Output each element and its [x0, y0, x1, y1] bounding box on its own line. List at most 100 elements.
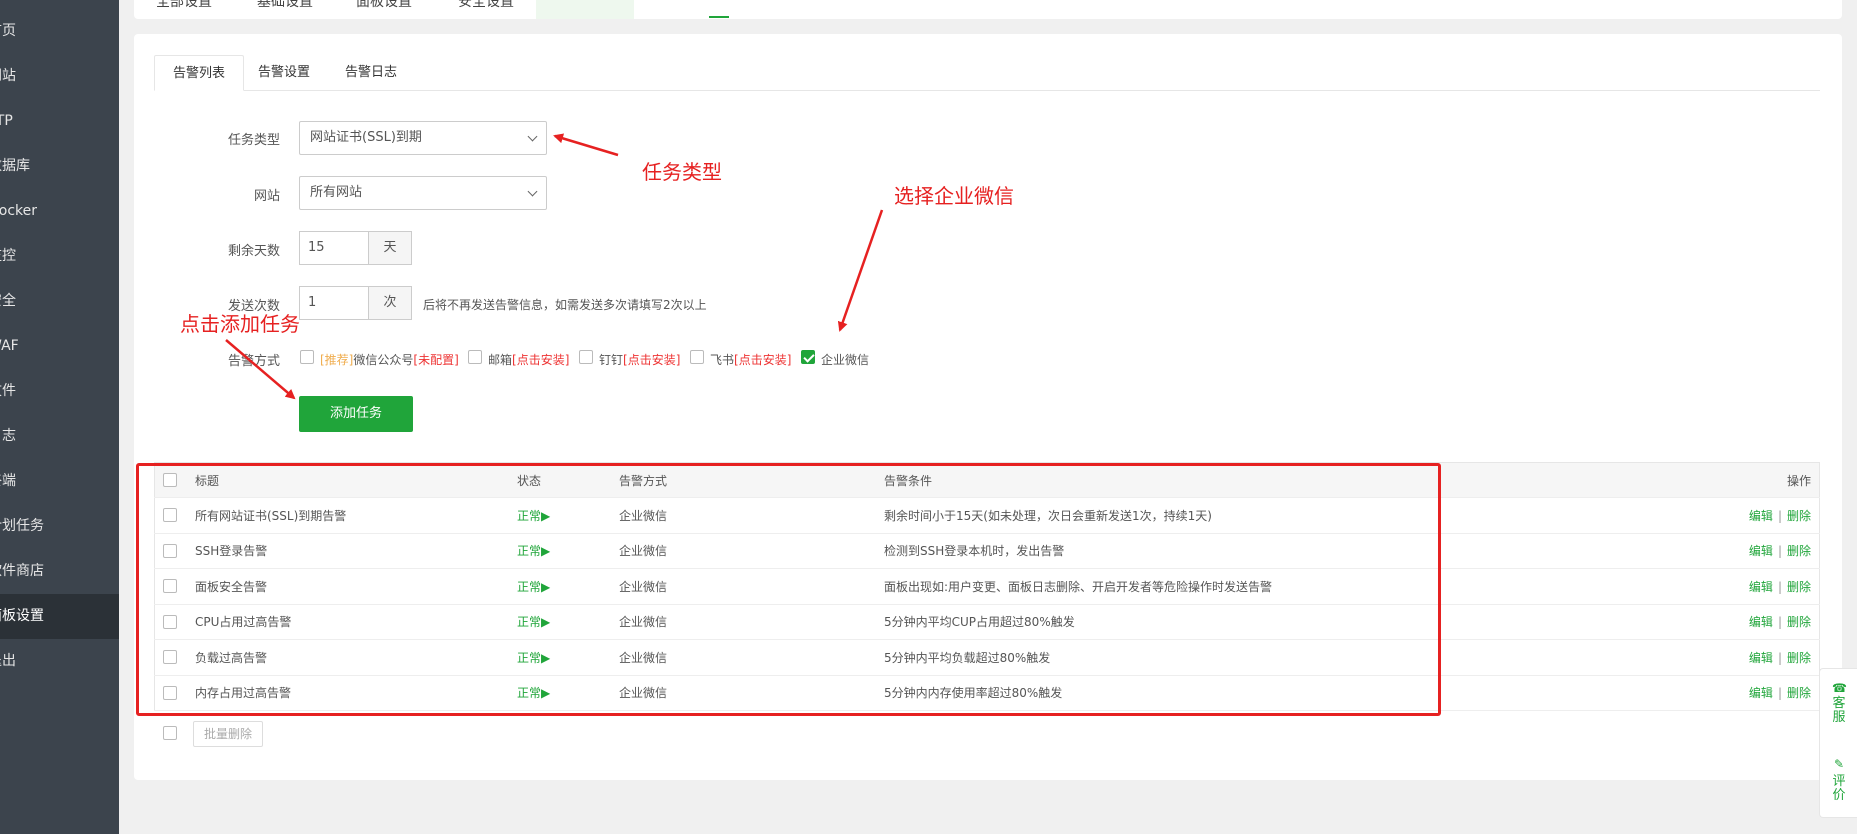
batch-select-checkbox[interactable]	[163, 726, 177, 740]
row-method: 企业微信	[619, 533, 884, 569]
active-tab-indicator	[709, 16, 729, 18]
delete-link[interactable]: 删除	[1787, 615, 1811, 629]
sidebar-item-waf[interactable]: WAF	[0, 324, 119, 369]
row-ops: 编辑 | 删除	[1691, 639, 1820, 676]
top-tab-basic[interactable]: 基础设置	[257, 0, 313, 11]
dingding-install-link[interactable]: [点击安装]	[623, 353, 680, 367]
col-method: 告警方式	[619, 462, 884, 498]
row-condition: 面板出现如:用户变更、面板日志删除、开启开发者等危险操作时发送告警	[884, 568, 1691, 605]
row-checkbox[interactable]	[163, 685, 177, 700]
days-unit: 天	[369, 231, 412, 265]
row-status[interactable]: 正常▶	[517, 497, 619, 534]
row-title: 所有网站证书(SSL)到期告警	[195, 497, 517, 534]
sidebar-item-home[interactable]: 首页	[0, 9, 119, 54]
row-status[interactable]: 正常▶	[517, 604, 619, 640]
sidebar-item-files[interactable]: 文件	[0, 369, 119, 414]
service-label[interactable]: 客服	[1829, 697, 1849, 725]
task-type-label: 任务类型	[227, 133, 280, 148]
select-all-cell	[154, 462, 195, 498]
sidebar-item-logout[interactable]: 退出	[0, 639, 119, 684]
delete-link[interactable]: 删除	[1787, 509, 1811, 523]
row-checkbox[interactable]	[163, 579, 177, 593]
days-input[interactable]: 15	[299, 231, 369, 265]
ops-separator: |	[1777, 686, 1782, 701]
edit-link[interactable]: 编辑	[1749, 580, 1773, 594]
tab-alert-logs[interactable]: 告警日志	[327, 55, 415, 90]
sidebar-item-cron[interactable]: 计划任务	[0, 504, 119, 549]
edit-link[interactable]: 编辑	[1749, 686, 1773, 700]
task-type-select[interactable]: 网站证书(SSL)到期	[299, 121, 547, 155]
edit-link[interactable]: 编辑	[1749, 509, 1773, 523]
ops-separator: |	[1777, 579, 1782, 594]
sidebar-item-panel-settings[interactable]: 面板设置	[0, 594, 119, 639]
row-checkbox[interactable]	[163, 614, 177, 629]
sidebar-item-logs[interactable]: 日志	[0, 414, 119, 459]
tab-alert-list[interactable]: 告警列表	[154, 55, 245, 91]
row-condition: 5分钟内平均负载超过80%触发	[884, 639, 1691, 676]
feishu-checkbox[interactable]	[690, 350, 704, 364]
col-ops: 操作	[1691, 462, 1820, 498]
row-ops: 编辑 | 删除	[1691, 604, 1820, 640]
sidebar-item-docker[interactable]: Docker	[0, 189, 119, 234]
row-status[interactable]: 正常▶	[517, 639, 619, 676]
table-row: 面板安全告警 正常▶ 企业微信 面板出现如:用户变更、面板日志删除、开启开发者等…	[154, 568, 1820, 605]
dingding-checkbox[interactable]	[579, 350, 593, 364]
top-tab-all[interactable]: 全部设置	[156, 0, 212, 11]
wecom-checkbox[interactable]	[801, 350, 815, 364]
top-tab-alerts[interactable]	[536, 0, 634, 19]
chevron-down-icon	[527, 186, 538, 197]
top-tab-panel[interactable]: 面板设置	[356, 0, 412, 11]
row-title: CPU占用过高告警	[195, 604, 517, 640]
edit-link[interactable]: 编辑	[1749, 544, 1773, 558]
col-condition: 告警条件	[884, 462, 1691, 498]
edit-link[interactable]: 编辑	[1749, 651, 1773, 665]
delete-link[interactable]: 删除	[1787, 580, 1811, 594]
sidebar-item-website[interactable]: 网站	[0, 54, 119, 99]
col-status: 状态	[517, 462, 619, 498]
row-checkbox[interactable]	[163, 508, 177, 522]
sidebar-item-ftp[interactable]: FTP	[0, 99, 119, 144]
row-condition: 5分钟内内存使用率超过80%触发	[884, 675, 1691, 711]
review-label[interactable]: 评价	[1829, 775, 1849, 803]
delete-link[interactable]: 删除	[1787, 651, 1811, 665]
wechat-mp-status[interactable]: [未配置]	[413, 353, 458, 367]
send-count-input[interactable]: 1	[299, 286, 369, 320]
select-all-checkbox[interactable]	[163, 473, 177, 487]
site-select[interactable]: 所有网站	[299, 176, 547, 210]
row-checkbox-cell	[154, 497, 195, 534]
row-checkbox[interactable]	[163, 543, 177, 558]
task-type-value: 网站证书(SSL)到期	[310, 130, 422, 145]
float-service-widget: ☎ 客服 ✎ 评价	[1819, 668, 1857, 818]
wechat-mp-checkbox[interactable]	[300, 350, 314, 364]
mail-checkbox[interactable]	[468, 350, 482, 364]
delete-link[interactable]: 删除	[1787, 686, 1811, 700]
row-checkbox-cell	[154, 568, 195, 605]
edit-link[interactable]: 编辑	[1749, 615, 1773, 629]
feishu-install-link[interactable]: [点击安装]	[734, 353, 791, 367]
add-task-button[interactable]: 添加任务	[299, 396, 413, 432]
batch-delete-button[interactable]: 批量删除	[193, 721, 263, 747]
mail-install-link[interactable]: [点击安装]	[512, 353, 569, 367]
delete-link[interactable]: 删除	[1787, 544, 1811, 558]
chevron-down-icon	[527, 131, 538, 142]
days-label: 剩余天数	[227, 244, 280, 259]
row-ops: 编辑 | 删除	[1691, 533, 1820, 569]
annotation-click-add: 点击添加任务	[180, 312, 300, 336]
row-status[interactable]: 正常▶	[517, 675, 619, 711]
row-title: 负载过高告警	[195, 639, 517, 676]
row-title: 面板安全告警	[195, 568, 517, 605]
alert-table: 标题 状态 告警方式 告警条件 操作 所有网站证书(SSL)到期告警 正常▶ 企…	[154, 462, 1820, 711]
row-checkbox-cell	[154, 639, 195, 676]
tab-alert-settings[interactable]: 告警设置	[240, 55, 328, 90]
row-checkbox[interactable]	[163, 650, 177, 664]
sidebar-item-database[interactable]: 数据库	[0, 144, 119, 189]
top-tab-security[interactable]: 安全设置	[458, 0, 514, 11]
mail-option: 邮箱[点击安装]	[488, 351, 569, 368]
sidebar-item-security[interactable]: 安全	[0, 279, 119, 324]
dingding-label: 钉钉	[599, 353, 624, 367]
row-status[interactable]: 正常▶	[517, 568, 619, 605]
sidebar-item-store[interactable]: 软件商店	[0, 549, 119, 594]
row-status[interactable]: 正常▶	[517, 533, 619, 569]
sidebar-item-terminal[interactable]: 终端	[0, 459, 119, 504]
sidebar-item-monitor[interactable]: 监控	[0, 234, 119, 279]
